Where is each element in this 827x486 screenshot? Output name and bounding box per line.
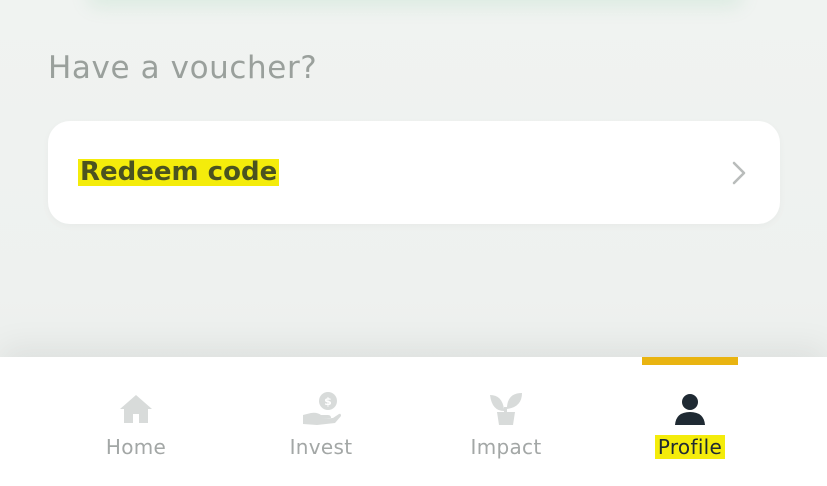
redeem-code-label: Redeem code [78,157,280,187]
bottom-tab-bar: Home $ Invest Impact Profile [0,357,827,486]
home-icon [116,391,156,427]
tab-impact[interactable]: Impact [436,357,576,486]
voucher-heading: Have a voucher? [48,50,318,86]
tab-home[interactable]: Home [66,357,206,486]
svg-text:$: $ [324,395,332,408]
tab-invest-label: Invest [289,435,353,459]
hand-coin-icon: $ [301,391,341,427]
tab-impact-label: Impact [470,435,542,459]
tab-profile-label: Profile [654,435,726,459]
redeem-code-button[interactable]: Redeem code [48,121,780,224]
tab-invest[interactable]: $ Invest [251,357,391,486]
chevron-right-icon [728,158,750,188]
plant-icon [486,391,526,427]
active-tab-indicator [642,357,738,365]
tab-profile[interactable]: Profile [620,357,760,486]
voucher-screen: Have a voucher? Redeem code Home $ Inves… [0,0,827,486]
person-icon [670,391,710,427]
tab-home-label: Home [105,435,167,459]
